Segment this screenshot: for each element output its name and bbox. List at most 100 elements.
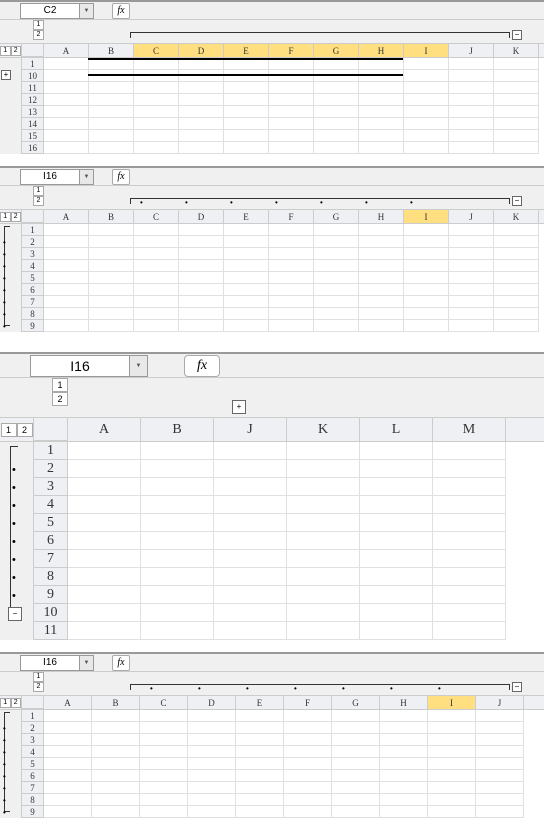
row-group-expand[interactable]: + bbox=[1, 70, 11, 80]
cell[interactable] bbox=[89, 94, 134, 106]
cell[interactable] bbox=[224, 118, 269, 130]
cell[interactable] bbox=[68, 460, 141, 478]
cell[interactable] bbox=[449, 106, 494, 118]
cell[interactable] bbox=[269, 118, 314, 130]
cell[interactable] bbox=[287, 550, 360, 568]
cell[interactable] bbox=[494, 70, 539, 82]
column-header-J[interactable]: J bbox=[449, 44, 494, 57]
cell[interactable] bbox=[269, 236, 314, 248]
cells-grid[interactable] bbox=[44, 224, 544, 332]
cell[interactable] bbox=[141, 496, 214, 514]
column-header-C[interactable]: C bbox=[134, 44, 179, 57]
column-header-B[interactable]: B bbox=[89, 44, 134, 57]
column-outline-level-1[interactable]: 1 bbox=[52, 378, 68, 392]
column-group-collapse[interactable]: − bbox=[512, 196, 522, 206]
cell[interactable] bbox=[179, 142, 224, 154]
cell[interactable] bbox=[449, 142, 494, 154]
cell[interactable] bbox=[68, 586, 141, 604]
column-outline-level-2[interactable]: 2 bbox=[33, 682, 44, 692]
cell[interactable] bbox=[92, 806, 140, 818]
cell[interactable] bbox=[179, 130, 224, 142]
cell[interactable] bbox=[188, 746, 236, 758]
row-outline-level-1[interactable]: 1 bbox=[1, 423, 17, 437]
cell[interactable] bbox=[68, 514, 141, 532]
cell[interactable] bbox=[236, 710, 284, 722]
cell[interactable] bbox=[494, 224, 539, 236]
cell[interactable] bbox=[134, 130, 179, 142]
cell[interactable] bbox=[476, 782, 524, 794]
column-header-A[interactable]: A bbox=[44, 210, 89, 223]
cell[interactable] bbox=[214, 568, 287, 586]
cell[interactable] bbox=[476, 806, 524, 818]
cell[interactable] bbox=[188, 782, 236, 794]
cell[interactable] bbox=[428, 794, 476, 806]
cell[interactable] bbox=[140, 782, 188, 794]
cell[interactable] bbox=[140, 722, 188, 734]
cell[interactable] bbox=[68, 532, 141, 550]
cell[interactable] bbox=[284, 770, 332, 782]
cell[interactable] bbox=[140, 794, 188, 806]
cell[interactable] bbox=[359, 224, 404, 236]
row-header-5[interactable]: 5 bbox=[34, 514, 67, 532]
cell[interactable] bbox=[494, 308, 539, 320]
row-header-6[interactable]: 6 bbox=[22, 770, 43, 782]
row-header-5[interactable]: 5 bbox=[22, 272, 43, 284]
column-header-E[interactable]: E bbox=[236, 696, 284, 709]
column-header-M[interactable]: M bbox=[433, 418, 506, 441]
cell[interactable] bbox=[179, 296, 224, 308]
cell[interactable] bbox=[494, 296, 539, 308]
column-header-D[interactable]: D bbox=[188, 696, 236, 709]
name-box-dropdown[interactable]: ▼ bbox=[80, 3, 94, 19]
cell[interactable] bbox=[188, 734, 236, 746]
cell[interactable] bbox=[404, 308, 449, 320]
row-header-9[interactable]: 9 bbox=[22, 806, 43, 818]
cell[interactable] bbox=[380, 770, 428, 782]
cell[interactable] bbox=[44, 284, 89, 296]
cell[interactable] bbox=[332, 770, 380, 782]
fx-button[interactable]: fx bbox=[112, 655, 130, 671]
cell[interactable] bbox=[404, 272, 449, 284]
name-box[interactable]: I16 bbox=[20, 169, 80, 185]
column-header-F[interactable]: F bbox=[269, 210, 314, 223]
cell[interactable] bbox=[449, 58, 494, 70]
cell[interactable] bbox=[494, 118, 539, 130]
row-outline-level-2[interactable]: 2 bbox=[17, 423, 33, 437]
cell[interactable] bbox=[214, 604, 287, 622]
cell[interactable] bbox=[269, 248, 314, 260]
cell[interactable] bbox=[449, 284, 494, 296]
cell[interactable] bbox=[359, 106, 404, 118]
cell[interactable] bbox=[214, 442, 287, 460]
cell[interactable] bbox=[44, 224, 89, 236]
cell[interactable] bbox=[179, 272, 224, 284]
column-outline-level-2[interactable]: 2 bbox=[52, 392, 68, 406]
cell[interactable] bbox=[314, 142, 359, 154]
cell[interactable] bbox=[188, 770, 236, 782]
name-box[interactable]: C2 bbox=[20, 3, 80, 19]
cell[interactable] bbox=[476, 770, 524, 782]
cell[interactable] bbox=[92, 710, 140, 722]
cell[interactable] bbox=[179, 248, 224, 260]
cell[interactable] bbox=[476, 794, 524, 806]
cell[interactable] bbox=[224, 94, 269, 106]
cell[interactable] bbox=[269, 70, 314, 82]
row-outline-level-1[interactable]: 1 bbox=[0, 698, 11, 708]
cell[interactable] bbox=[360, 532, 433, 550]
cell[interactable] bbox=[269, 308, 314, 320]
cell[interactable] bbox=[134, 308, 179, 320]
row-header-10[interactable]: 10 bbox=[34, 604, 67, 622]
row-header-15[interactable]: 15 bbox=[22, 130, 43, 142]
cell[interactable] bbox=[287, 586, 360, 604]
column-header-F[interactable]: F bbox=[269, 44, 314, 57]
cell[interactable] bbox=[428, 758, 476, 770]
row-header-8[interactable]: 8 bbox=[22, 308, 43, 320]
cell[interactable] bbox=[404, 224, 449, 236]
cell[interactable] bbox=[494, 284, 539, 296]
row-header-2[interactable]: 2 bbox=[34, 460, 67, 478]
cell[interactable] bbox=[68, 478, 141, 496]
cell[interactable] bbox=[44, 118, 89, 130]
cell[interactable] bbox=[68, 442, 141, 460]
row-header-6[interactable]: 6 bbox=[34, 532, 67, 550]
column-header-A[interactable]: A bbox=[44, 696, 92, 709]
select-all-corner[interactable] bbox=[22, 210, 44, 223]
column-header-L[interactable]: L bbox=[360, 418, 433, 441]
